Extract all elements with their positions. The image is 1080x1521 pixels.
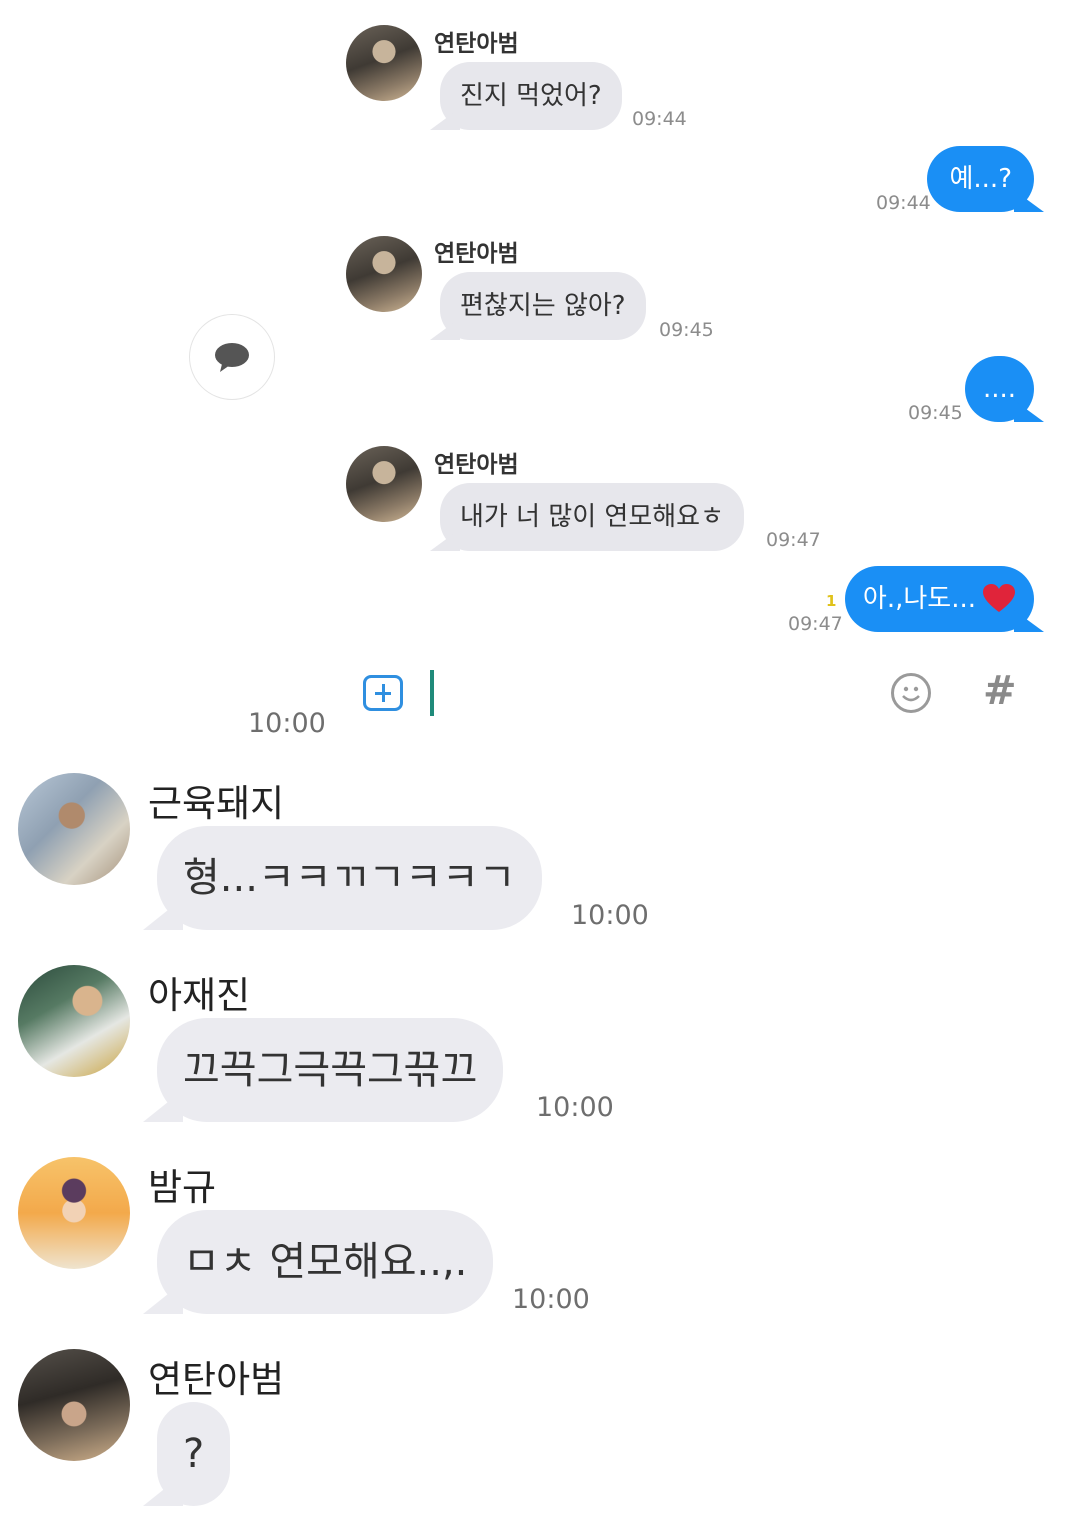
message-bubble-outgoing[interactable]: 아.,나도... <box>844 566 1034 632</box>
plus-box-icon[interactable] <box>363 675 403 711</box>
message-time: 09:47 <box>766 529 821 551</box>
avatar[interactable] <box>18 1157 130 1269</box>
text-cursor[interactable] <box>430 670 434 716</box>
message-bubble-outgoing[interactable]: 예...? <box>927 146 1034 212</box>
message-time: 10:00 <box>571 900 649 931</box>
avatar[interactable] <box>18 965 130 1077</box>
chat-bubble-icon <box>215 343 249 372</box>
smile-face-icon <box>902 686 920 702</box>
message-time: 09:45 <box>908 402 963 424</box>
message-time: 10:00 <box>248 708 326 739</box>
message-bubble-outgoing[interactable]: .... <box>964 356 1034 422</box>
chat-bubble-button[interactable] <box>189 314 275 400</box>
message-time: 09:44 <box>876 192 931 214</box>
message-bubble[interactable]: 진지 먹었어? <box>440 62 622 130</box>
unread-count: 1 <box>826 592 837 610</box>
avatar[interactable] <box>346 236 422 312</box>
avatar[interactable] <box>346 25 422 101</box>
message-time: 09:44 <box>632 108 687 130</box>
avatar[interactable] <box>346 446 422 522</box>
message-bubble[interactable]: 편찮지는 않아? <box>440 272 646 340</box>
message-text: 아.,나도... <box>862 584 976 614</box>
message-bubble[interactable]: 형...ㅋㅋㄲㄱㅋㅋㄱ <box>157 826 542 930</box>
sender-name: 아재진 <box>148 974 251 1017</box>
message-time: 09:45 <box>659 319 714 341</box>
sender-name: 연탄아범 <box>434 241 519 267</box>
message-bubble[interactable]: ? <box>157 1402 231 1506</box>
message-time: 09:47 <box>788 613 843 635</box>
sender-name: 밤규 <box>148 1166 217 1209</box>
message-time: 10:00 <box>512 1284 590 1315</box>
sender-name: 연탄아범 <box>148 1358 285 1401</box>
message-bubble[interactable]: 내가 너 많이 연모해요ㅎ <box>440 483 744 551</box>
message-bubble[interactable]: 끄끅그극끅그끆끄 <box>157 1018 504 1122</box>
avatar[interactable] <box>18 1349 130 1461</box>
heart-icon <box>983 584 1015 612</box>
avatar[interactable] <box>18 773 130 885</box>
sender-name: 연탄아범 <box>434 31 519 57</box>
hashtag-button[interactable]: # <box>983 668 1017 714</box>
message-time: 10:00 <box>536 1092 614 1123</box>
sender-name: 연탄아범 <box>434 452 519 478</box>
sender-name: 근육돼지 <box>148 782 285 825</box>
smile-icon[interactable] <box>891 673 931 713</box>
message-bubble[interactable]: ㅁㅊ 연모해요..,. <box>157 1210 494 1314</box>
